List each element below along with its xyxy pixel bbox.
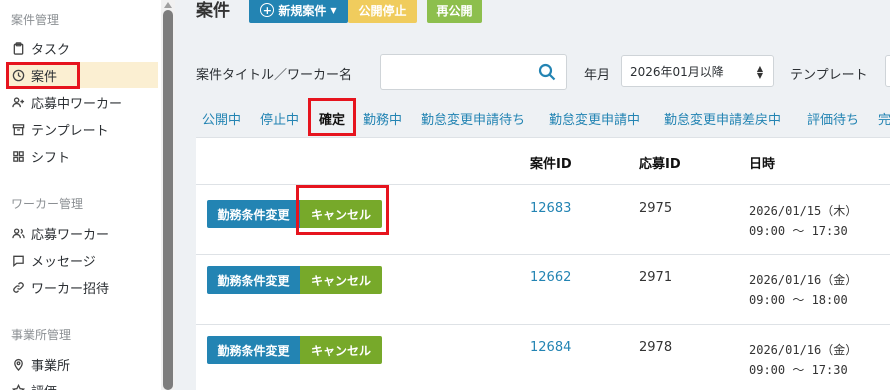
sidebar-item-templates[interactable]: テンプレート: [6, 116, 158, 142]
search-input[interactable]: [381, 55, 531, 89]
date: 2026/01/16（金）: [749, 273, 858, 287]
main-content: 案件 + 新規案件 ▼ 公開停止 再公開 案件タイトル／ワーカー名 年月 202…: [175, 0, 890, 390]
cancel-button[interactable]: キャンセル: [300, 266, 382, 294]
jobs-table: 案件ID 応募ID 日時 勤務条件変更 キャンセル 12683 2975 202…: [196, 137, 890, 390]
tab-awaiting-rating[interactable]: 評価待ち: [807, 109, 859, 128]
cancel-button[interactable]: キャンセル: [300, 336, 382, 364]
grid-icon: [11, 149, 25, 163]
month-select[interactable]: 2026年01月以降 ▲ ▼: [621, 55, 774, 87]
scrollbar-thumb[interactable]: [163, 10, 173, 390]
tab-stopped[interactable]: 停止中: [260, 109, 299, 128]
scroll-up-arrow-icon[interactable]: [164, 2, 172, 8]
sidebar-item-offices[interactable]: 事業所: [6, 351, 158, 377]
date: 2026/01/15（木）: [749, 204, 858, 218]
sidebar-item-ratings[interactable]: 評価: [6, 377, 158, 390]
search-icon[interactable]: [538, 63, 556, 85]
column-header-job-id: 案件ID: [530, 157, 572, 172]
sidebar-item-applying-workers[interactable]: 応募中ワーカー: [6, 89, 158, 115]
stop-publishing-button[interactable]: 公開停止: [348, 0, 417, 23]
sidebar-item-label: 事業所: [31, 358, 71, 374]
application-id: 2978: [639, 340, 673, 355]
user-plus-icon: [11, 95, 25, 109]
template-select[interactable]: [885, 55, 890, 87]
section-title-offices: 事業所管理: [11, 328, 72, 342]
job-id-link[interactable]: 12683: [530, 201, 571, 216]
sidebar: 案件管理 タスク 案件 応募中ワーカー テンプレート シフト ワーカー管理 応募…: [0, 0, 161, 390]
sidebar-item-label: テンプレート: [31, 123, 109, 139]
sidebar-item-label: タスク: [31, 42, 71, 58]
highlight-confirmed-tab: [308, 98, 356, 136]
date: 2026/01/16（金）: [749, 343, 858, 357]
sidebar-item-label: メッセージ: [31, 254, 96, 270]
datetime-cell: 2026/01/15（木） 09:00 ～ 17:30: [749, 201, 857, 241]
sidebar-item-label: 応募中ワーカー: [31, 96, 123, 112]
job-id-link[interactable]: 12662: [530, 270, 571, 285]
section-title-workers: ワーカー管理: [11, 197, 84, 211]
application-id: 2975: [639, 201, 673, 216]
template-label: テンプレート: [790, 68, 868, 83]
tab-attendance-change-requested[interactable]: 勤怠変更申請中: [549, 109, 640, 128]
sidebar-item-shifts[interactable]: シフト: [6, 143, 158, 169]
star-icon: [11, 383, 25, 390]
datetime-cell: 2026/01/16（金） 09:00 ～ 17:30: [749, 340, 857, 380]
datetime-cell: 2026/01/16（金） 09:00 ～ 18:00: [749, 270, 857, 310]
tab-attendance-change-pending[interactable]: 勤怠変更申請待ち: [421, 109, 525, 128]
month-label: 年月: [584, 68, 611, 83]
table-row: 勤務条件変更 キャンセル 12662 2971 2026/01/16（金） 09…: [196, 254, 890, 324]
sidebar-item-label: 評価: [31, 381, 57, 390]
users-icon: [11, 226, 25, 240]
link-icon: [11, 280, 25, 294]
republish-button[interactable]: 再公開: [427, 0, 482, 23]
month-select-value: 2026年01月以降: [630, 64, 724, 79]
message-icon: [11, 253, 25, 267]
column-header-datetime: 日時: [749, 157, 776, 172]
sidebar-item-label: 応募ワーカー: [31, 227, 110, 243]
page-title: 案件: [196, 1, 230, 21]
tab-working[interactable]: 勤務中: [363, 109, 402, 128]
change-conditions-button[interactable]: 勤務条件変更: [207, 336, 300, 364]
time-range: 09:00 ～ 17:30: [749, 224, 848, 238]
tab-completed[interactable]: 完: [878, 109, 890, 128]
new-job-label: 新規案件: [278, 3, 327, 18]
table-row: 勤務条件変更 キャンセル 12684 2978 2026/01/16（金） 09…: [196, 324, 890, 390]
section-title-jobs: 案件管理: [11, 13, 60, 27]
clipboard-icon: [11, 41, 25, 55]
select-arrows-icon: ▲ ▼: [756, 64, 763, 80]
highlight-jobs-menu: [6, 62, 80, 89]
caret-down-icon: ▼: [330, 5, 337, 15]
archive-icon: [11, 122, 25, 136]
change-conditions-button[interactable]: 勤務条件変更: [207, 266, 300, 294]
time-range: 09:00 ～ 17:30: [749, 363, 848, 377]
application-id: 2971: [639, 270, 673, 285]
highlight-cancel-button: [296, 185, 389, 235]
job-id-link[interactable]: 12684: [530, 340, 571, 355]
search-field[interactable]: [380, 54, 567, 90]
column-header-application-id: 応募ID: [639, 157, 681, 172]
sidebar-item-messages[interactable]: メッセージ: [6, 247, 158, 273]
new-job-button[interactable]: + 新規案件 ▼: [249, 0, 348, 23]
sidebar-item-invite-workers[interactable]: ワーカー招待: [6, 274, 158, 300]
time-range: 09:00 ～ 18:00: [749, 293, 848, 307]
sidebar-item-label: ワーカー招待: [31, 281, 110, 297]
change-conditions-button[interactable]: 勤務条件変更: [207, 200, 300, 228]
tab-published[interactable]: 公開中: [202, 109, 241, 128]
title-worker-label: 案件タイトル／ワーカー名: [196, 68, 353, 83]
sidebar-item-applicant-workers[interactable]: 応募ワーカー: [6, 220, 158, 246]
sidebar-item-label: シフト: [31, 150, 71, 166]
plus-circle-icon: +: [260, 3, 275, 17]
sidebar-item-tasks[interactable]: タスク: [6, 35, 158, 61]
map-pin-icon: [11, 357, 25, 371]
tab-attendance-change-returned[interactable]: 勤怠変更申請差戻中: [664, 109, 781, 128]
